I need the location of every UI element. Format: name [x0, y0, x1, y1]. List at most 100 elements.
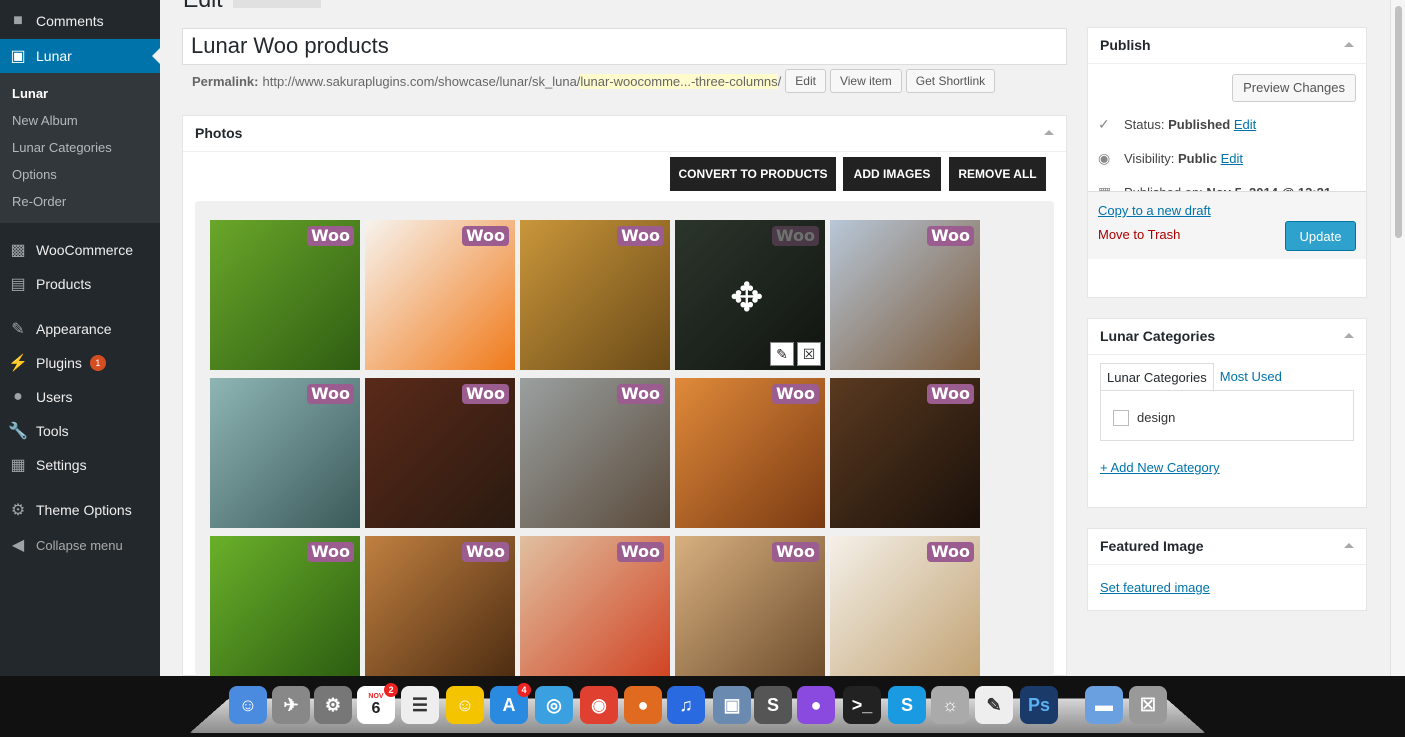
woo-badge: Woo — [306, 226, 354, 246]
photo-tile-chocolate[interactable]: Woo — [830, 378, 980, 528]
category-checklist: design — [1100, 390, 1354, 441]
remove-all-button[interactable]: REMOVE ALL — [949, 157, 1046, 191]
photo-tile-mountain[interactable]: Woo — [830, 220, 980, 370]
woo-badge: Woo — [616, 542, 664, 562]
move-icon[interactable]: ✥ — [730, 275, 764, 321]
featured-header[interactable]: Featured Image — [1088, 529, 1366, 565]
menu-woocommerce[interactable]: ▩ WooCommerce — [0, 233, 160, 267]
preview-icon[interactable]: ▣ — [713, 686, 751, 724]
menu-theme-options[interactable]: ⚙ Theme Options — [0, 493, 160, 527]
permalink-tail: / — [777, 73, 782, 89]
plugin-icon: ⚡ — [8, 355, 28, 372]
woo-badge: Woo — [306, 384, 354, 404]
chrome-icon[interactable]: ◉ — [580, 686, 618, 724]
menu-comments[interactable]: ■ Comments — [0, 4, 160, 38]
tab-most-used[interactable]: Most Used — [1214, 363, 1288, 392]
safari-icon[interactable]: ◎ — [535, 686, 573, 724]
photo-tile-desert-sky[interactable]: Woo — [520, 378, 670, 528]
wrench-icon: 🔧 — [8, 423, 28, 440]
photo-tile-orange-slices[interactable]: Woo — [365, 220, 515, 370]
menu-tools[interactable]: 🔧 Tools — [0, 414, 160, 448]
menu-users[interactable]: ● Users — [0, 380, 160, 414]
trash-icon[interactable]: ☒ — [797, 342, 821, 366]
menu-tools-label: Tools — [36, 423, 69, 439]
add-new-category-link[interactable]: + Add New Category — [1100, 460, 1220, 475]
collapse-arrow-icon: ◀ — [11, 537, 25, 554]
submenu-lunar[interactable]: Lunar — [12, 86, 48, 101]
edit-permalink-button[interactable]: Edit — [785, 69, 826, 93]
menu-lunar[interactable]: ▣ Lunar — [0, 39, 160, 73]
reminders-icon[interactable]: ☰ — [401, 686, 439, 724]
app-store-icon[interactable]: A4 — [490, 683, 531, 724]
menu-appearance[interactable]: ✎ Appearance — [0, 312, 160, 346]
menu-products[interactable]: ▤ Products — [0, 267, 160, 301]
sublime-icon[interactable]: S — [754, 686, 792, 724]
tab-all-categories[interactable]: Lunar Categories — [1100, 363, 1214, 392]
preview-changes-button[interactable]: Preview Changes — [1232, 74, 1356, 102]
photo-tile-sprouts[interactable]: Woo — [210, 536, 360, 676]
toggle-up-icon[interactable] — [1044, 130, 1054, 135]
photoshop-icon[interactable]: Ps — [1020, 686, 1058, 724]
photo-tile-crackers[interactable]: Woo — [830, 536, 980, 676]
post-title-input[interactable]: Lunar Woo products — [182, 28, 1067, 65]
system-preferences-icon[interactable]: ⚙ — [314, 686, 352, 724]
launchpad-icon[interactable]: ✈ — [272, 686, 310, 724]
photo-tile-dark-landscape[interactable]: Woo ✥ ✎ ☒ — [675, 220, 825, 370]
itunes-icon[interactable]: ♫ — [667, 686, 705, 724]
skype-icon[interactable]: S — [888, 686, 926, 724]
pencil-icon[interactable]: ✎ — [770, 342, 794, 366]
photo-tile-sliced-bread[interactable]: Woo — [675, 536, 825, 676]
submenu-lunar-categories[interactable]: Lunar Categories — [12, 140, 112, 155]
permalink-slug[interactable]: lunar-woocomme...-three-columns — [580, 73, 778, 89]
menu-settings[interactable]: ▦ Settings — [0, 448, 160, 482]
edit-visibility-link[interactable]: Edit — [1221, 151, 1243, 166]
gear-icon: ⚙ — [10, 502, 26, 519]
update-button[interactable]: Update — [1285, 221, 1356, 251]
utility-icon[interactable]: ☼ — [931, 686, 969, 724]
edit-status-link[interactable]: Edit — [1234, 117, 1256, 132]
photo-tile-fly[interactable]: Woo — [210, 220, 360, 370]
photo-tile-bread[interactable]: Woo — [365, 536, 515, 676]
photo-tile-iguana[interactable]: Woo — [210, 378, 360, 528]
submenu-new-album[interactable]: New Album — [12, 113, 78, 128]
convert-to-products-button[interactable]: CONVERT TO PRODUCTS — [670, 157, 836, 191]
textedit-icon[interactable]: ✎ — [975, 686, 1013, 724]
menu-theme-options-label: Theme Options — [36, 502, 132, 518]
status-value: Published — [1168, 117, 1231, 132]
toggle-up-icon[interactable] — [1344, 543, 1354, 548]
folder-icon[interactable]: ▬ — [1085, 686, 1123, 724]
photo-tile-salad[interactable]: Woo — [520, 536, 670, 676]
photo-tile-duck-dish[interactable]: Woo — [365, 378, 515, 528]
copy-draft-link[interactable]: Copy to a new draft — [1098, 203, 1211, 218]
settings-icon: ▦ — [10, 457, 26, 474]
submenu-options[interactable]: Options — [12, 167, 57, 182]
get-shortlink-button[interactable]: Get Shortlink — [905, 69, 996, 93]
app-store-badge: 4 — [517, 683, 531, 697]
menu-plugins[interactable]: ⚡ Plugins 1 — [0, 346, 160, 380]
categories-header[interactable]: Lunar Categories — [1088, 319, 1366, 355]
toggle-up-icon[interactable] — [1344, 333, 1354, 338]
category-label: design — [1137, 410, 1176, 425]
scroll-thumb[interactable] — [1395, 6, 1402, 238]
add-images-button[interactable]: ADD IMAGES — [843, 157, 941, 191]
photo-tile-chanterelles[interactable]: Woo — [520, 220, 670, 370]
view-item-button[interactable]: View item — [829, 69, 902, 93]
toggle-up-icon[interactable] — [1344, 42, 1354, 47]
move-to-trash-link[interactable]: Move to Trash — [1098, 227, 1180, 242]
category-checkbox[interactable] — [1113, 410, 1129, 426]
yahoo-messenger-icon[interactable]: ☺ — [446, 686, 484, 724]
collapse-menu-button[interactable]: ◀ Collapse menu — [0, 528, 160, 562]
page-scrollbar[interactable] — [1390, 0, 1405, 676]
submenu-reorder[interactable]: Re-Order — [12, 194, 66, 209]
calendar-icon[interactable]: NOV 6 2 — [357, 683, 398, 724]
photo-tile-arch[interactable]: Woo — [675, 378, 825, 528]
orb-icon[interactable]: ● — [797, 686, 835, 724]
set-featured-image-link[interactable]: Set featured image — [1100, 580, 1210, 595]
publish-header[interactable]: Publish — [1088, 28, 1366, 64]
finder-icon[interactable]: ☺ — [229, 686, 267, 724]
trash-icon[interactable]: ☒ — [1129, 686, 1167, 724]
firefox-icon[interactable]: ● — [624, 686, 662, 724]
publish-title: Publish — [1100, 37, 1151, 53]
photos-header[interactable]: Photos — [183, 116, 1066, 152]
terminal-icon[interactable]: >_ — [843, 686, 881, 724]
